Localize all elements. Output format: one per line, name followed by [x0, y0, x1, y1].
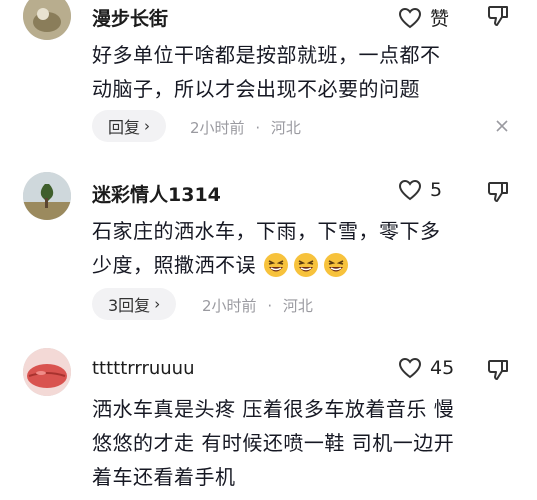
avatar[interactable] — [23, 172, 71, 220]
dislike-icon[interactable] — [486, 358, 510, 382]
like-button[interactable]: 5 — [398, 179, 442, 201]
username[interactable]: tttttrrruuuu — [92, 358, 195, 379]
chevron-right-icon: › — [154, 295, 161, 313]
comment-line: 少度，照撒洒不误 — [92, 253, 256, 277]
comment-meta: 2小时前 · 河北 — [202, 295, 313, 316]
heart-icon — [398, 7, 422, 28]
grinning-squinting-face-icon — [263, 253, 288, 277]
timestamp: 2小时前 — [190, 119, 245, 137]
grinning-squinting-face-icon — [293, 253, 318, 277]
comment-line: 动脑子，所以才会出现不必要的问题 — [92, 77, 420, 101]
comment-line-2: 少度，照撒洒不误 — [92, 248, 512, 282]
username[interactable]: 迷彩情人1314 — [92, 180, 221, 207]
heart-icon — [398, 179, 422, 201]
reply-button[interactable]: 回复 › — [92, 110, 167, 142]
chevron-right-icon: › — [144, 117, 151, 135]
reply-button[interactable]: 3回复 › — [92, 288, 177, 320]
heart-icon — [398, 357, 422, 379]
separator: · — [267, 297, 273, 315]
comment-text: 洒水车真是头疼 压着很多车放着音乐 慢 悠悠的才走 有时候还喷一鞋 司机一边开 … — [92, 392, 512, 494]
reply-label: 回复 — [108, 118, 141, 137]
dislike-icon[interactable] — [486, 180, 510, 204]
comment-meta: 2小时前 · 河北 — [190, 117, 301, 138]
like-count: 5 — [430, 179, 443, 201]
like-label: 赞 — [430, 8, 450, 30]
like-button[interactable]: 45 — [398, 357, 454, 379]
dislike-icon[interactable] — [486, 4, 510, 28]
comment-line: 石家庄的洒水车，下雨，下雪，零下多 — [92, 219, 441, 243]
location: 河北 — [270, 119, 301, 137]
location: 河北 — [282, 297, 313, 315]
like-count: 45 — [430, 357, 455, 379]
comment-text: 石家庄的洒水车，下雨，下雪，零下多 少度，照撒洒不误 — [92, 214, 512, 282]
close-icon[interactable] — [494, 118, 510, 134]
comment-line: 着车还看着手机 — [92, 465, 236, 489]
avatar[interactable] — [23, 0, 71, 40]
reply-label: 3回复 — [108, 296, 151, 315]
comment-line: 洒水车真是头疼 压着很多车放着音乐 慢 — [92, 397, 455, 421]
timestamp: 2小时前 — [202, 297, 257, 315]
comment-line: 好多单位干啥都是按部就班，一点都不 — [92, 43, 441, 67]
comment-text: 好多单位干啥都是按部就班，一点都不 动脑子，所以才会出现不必要的问题 — [92, 38, 512, 106]
comment-line: 悠悠的才走 有时候还喷一鞋 司机一边开 — [92, 431, 455, 455]
avatar[interactable] — [23, 348, 71, 396]
separator: · — [255, 119, 261, 137]
username[interactable]: 漫步长街 — [92, 4, 168, 31]
like-button[interactable]: 赞 — [398, 4, 449, 31]
grinning-squinting-face-icon — [323, 253, 348, 277]
